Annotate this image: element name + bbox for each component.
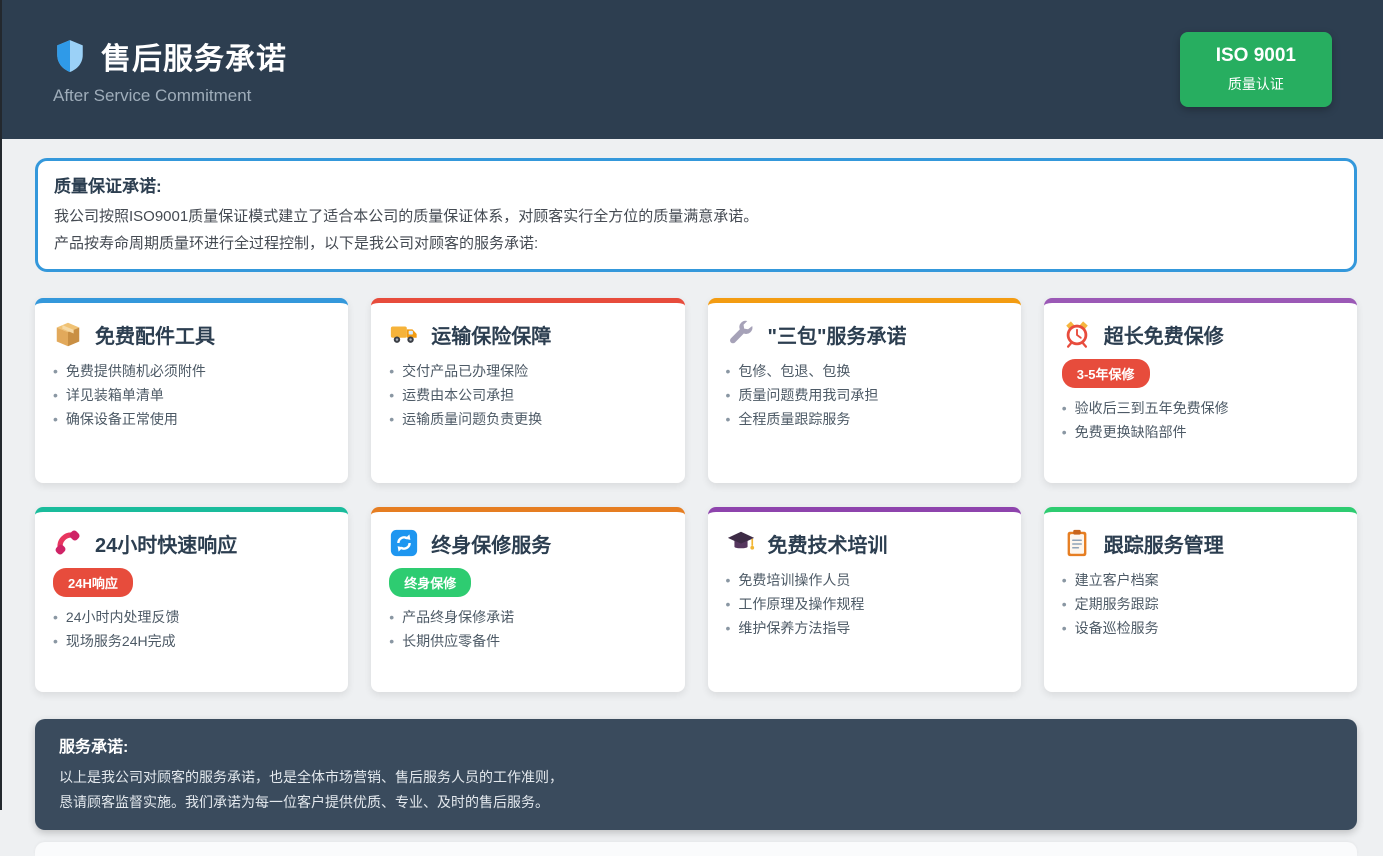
list-item: 运输质量问题负责更换 xyxy=(389,407,666,431)
service-commitment-footer: 服务承诺: 以上是我公司对顾客的服务承诺，也是全体市场营销、售后服务人员的工作准… xyxy=(35,719,1357,830)
list-item: 质量问题费用我司承担 xyxy=(726,383,1003,407)
list-item: 交付产品已办理保险 xyxy=(389,359,666,383)
lifetime-badge: 终身保修 xyxy=(389,568,471,597)
wrench-icon xyxy=(726,319,756,349)
card-extended-warranty: 超长免费保修 3-5年保修 验收后三到五年免费保修 免费更换缺陷部件 xyxy=(1044,298,1357,483)
list-item: 确保设备正常使用 xyxy=(53,407,330,431)
list-item: 产品终身保修承诺 xyxy=(389,605,666,629)
card-title: 跟踪服务管理 xyxy=(1104,529,1224,558)
quality-guarantee-line2: 产品按寿命周期质量环进行全过程控制，以下是我公司对顾客的服务承诺: xyxy=(54,230,1338,257)
refresh-icon xyxy=(389,528,419,558)
next-section-peek xyxy=(35,842,1357,856)
card-free-training: 免费技术培训 免费培训操作人员 工作原理及操作规程 维护保养方法指导 xyxy=(708,507,1021,692)
service-cards-grid: 免费配件工具 免费提供随机必须附件 详见装箱单清单 确保设备正常使用 xyxy=(35,298,1357,692)
clipboard-icon xyxy=(1062,528,1092,558)
list-item: 免费培训操作人员 xyxy=(726,568,1003,592)
card-list: 交付产品已办理保险 运费由本公司承担 运输质量问题负责更换 xyxy=(389,359,666,431)
list-item: 工作原理及操作规程 xyxy=(726,592,1003,616)
page-subtitle: After Service Commitment xyxy=(53,86,287,106)
list-item: 设备巡检服务 xyxy=(1062,616,1339,640)
list-item: 运费由本公司承担 xyxy=(389,383,666,407)
list-item: 免费更换缺陷部件 xyxy=(1062,420,1339,444)
quality-guarantee-box: 质量保证承诺: 我公司按照ISO9001质量保证模式建立了适合本公司的质量保证体… xyxy=(35,158,1357,272)
list-item: 包修、包退、包换 xyxy=(726,359,1003,383)
shield-icon xyxy=(53,39,87,73)
iso-9001-badge: ISO 9001 质量认证 xyxy=(1180,32,1332,107)
card-title: 运输保险保障 xyxy=(431,320,551,349)
iso-badge-line1: ISO 9001 xyxy=(1216,45,1296,67)
footer-line2: 恳请顾客监督实施。我们承诺为每一位客户提供优质、专业、及时的售后服务。 xyxy=(59,790,1333,815)
footer-title: 服务承诺: xyxy=(59,733,1333,757)
card-lifetime-warranty: 终身保修服务 终身保修 产品终身保修承诺 长期供应零备件 xyxy=(371,507,684,692)
list-item: 全程质量跟踪服务 xyxy=(726,407,1003,431)
card-list: 免费提供随机必须附件 详见装箱单清单 确保设备正常使用 xyxy=(53,359,330,431)
truck-icon xyxy=(389,319,419,349)
card-title: 终身保修服务 xyxy=(431,529,551,558)
window-left-edge xyxy=(0,0,2,810)
warranty-badge: 3-5年保修 xyxy=(1062,359,1150,388)
card-title: 24小时快速响应 xyxy=(95,529,237,558)
quality-guarantee-line1: 我公司按照ISO9001质量保证模式建立了适合本公司的质量保证体系，对顾客实行全… xyxy=(54,203,1338,230)
footer-line1: 以上是我公司对顾客的服务承诺，也是全体市场营销、售后服务人员的工作准则， xyxy=(59,765,1333,790)
card-list: 24小时内处理反馈 现场服务24H完成 xyxy=(53,605,330,653)
card-free-accessories: 免费配件工具 免费提供随机必须附件 详见装箱单清单 确保设备正常使用 xyxy=(35,298,348,483)
card-title: 免费技术培训 xyxy=(768,529,888,558)
list-item: 免费提供随机必须附件 xyxy=(53,359,330,383)
card-transport-insurance: 运输保险保障 交付产品已办理保险 运费由本公司承担 运输质量问题负责更换 xyxy=(371,298,684,483)
quality-guarantee-title: 质量保证承诺: xyxy=(54,172,1338,197)
package-icon xyxy=(53,319,83,349)
list-item: 建立客户档案 xyxy=(1062,568,1339,592)
card-list: 包修、包退、包换 质量问题费用我司承担 全程质量跟踪服务 xyxy=(726,359,1003,431)
card-list: 验收后三到五年免费保修 免费更换缺陷部件 xyxy=(1062,396,1339,444)
card-tracking-service: 跟踪服务管理 建立客户档案 定期服务跟踪 设备巡检服务 xyxy=(1044,507,1357,692)
list-item: 现场服务24H完成 xyxy=(53,629,330,653)
header-title-block: 售后服务承诺 After Service Commitment xyxy=(53,34,287,106)
list-item: 详见装箱单清单 xyxy=(53,383,330,407)
main-content: 质量保证承诺: 我公司按照ISO9001质量保证模式建立了适合本公司的质量保证体… xyxy=(35,158,1357,856)
card-24h-response: 24小时快速响应 24H响应 24小时内处理反馈 现场服务24H完成 xyxy=(35,507,348,692)
card-title: 超长免费保修 xyxy=(1104,320,1224,349)
page-title: 售后服务承诺 xyxy=(101,34,287,78)
iso-badge-line2: 质量认证 xyxy=(1216,74,1296,94)
page-header: 售后服务承诺 After Service Commitment ISO 9001… xyxy=(0,0,1383,139)
list-item: 长期供应零备件 xyxy=(389,629,666,653)
list-item: 24小时内处理反馈 xyxy=(53,605,330,629)
card-title: 免费配件工具 xyxy=(95,320,215,349)
card-title: "三包"服务承诺 xyxy=(768,320,907,349)
list-item: 定期服务跟踪 xyxy=(1062,592,1339,616)
alarm-clock-icon xyxy=(1062,319,1092,349)
list-item: 验收后三到五年免费保修 xyxy=(1062,396,1339,420)
card-list: 免费培训操作人员 工作原理及操作规程 维护保养方法指导 xyxy=(726,568,1003,640)
graduation-cap-icon xyxy=(726,528,756,558)
response-badge: 24H响应 xyxy=(53,568,133,597)
card-three-guarantees: "三包"服务承诺 包修、包退、包换 质量问题费用我司承担 全程质量跟踪服务 xyxy=(708,298,1021,483)
card-list: 建立客户档案 定期服务跟踪 设备巡检服务 xyxy=(1062,568,1339,640)
phone-icon xyxy=(53,528,83,558)
list-item: 维护保养方法指导 xyxy=(726,616,1003,640)
card-list: 产品终身保修承诺 长期供应零备件 xyxy=(389,605,666,653)
